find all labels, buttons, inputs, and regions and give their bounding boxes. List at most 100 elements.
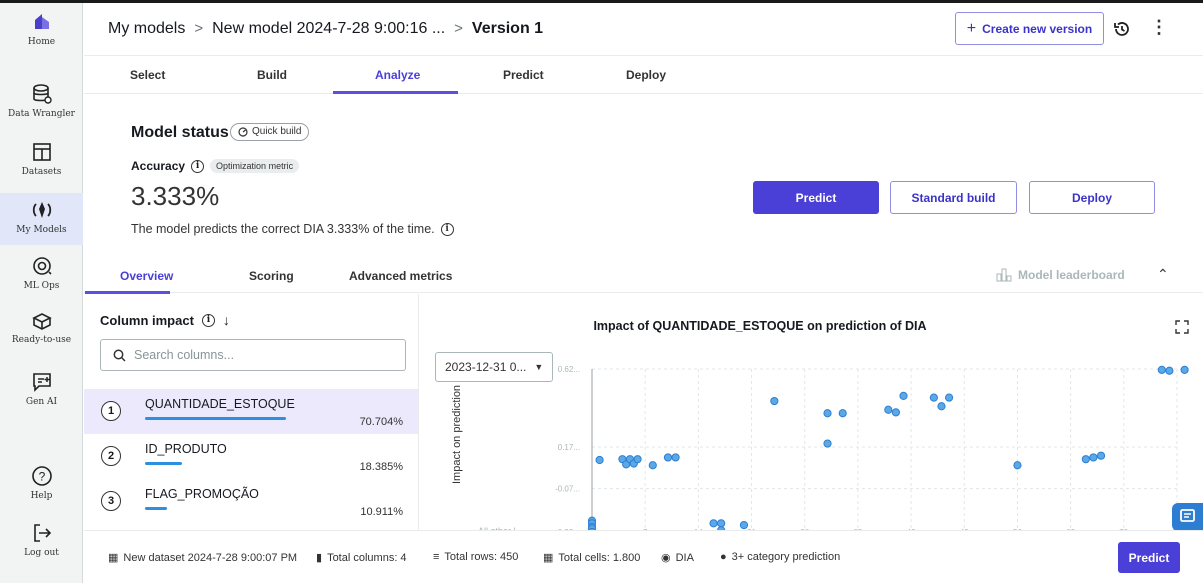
impact-bar	[145, 417, 287, 420]
gen-ai-icon	[32, 373, 51, 392]
plus-icon: +	[966, 19, 977, 37]
nav-ready-to-use[interactable]: Ready-to-use	[0, 309, 83, 359]
nav-ml-ops-label: ML Ops	[23, 281, 60, 291]
breadcrumb-model[interactable]: New model 2024-7-28 9:00:16 ...	[212, 20, 445, 37]
model-tabs: Select Build Analyze Predict Deploy	[84, 56, 1203, 94]
tab-deploy[interactable]: Deploy	[626, 68, 666, 82]
nav-ml-ops[interactable]: ML Ops	[0, 255, 83, 305]
search-columns-field[interactable]	[100, 339, 406, 371]
nav-help[interactable]: ? Help	[0, 465, 83, 515]
column-name: ID_PRODUTO	[145, 442, 227, 456]
nav-my-models[interactable]: My Models	[0, 193, 83, 245]
deploy-button[interactable]: Deploy	[1029, 181, 1155, 214]
tab-select[interactable]: Select	[130, 68, 165, 82]
collapse-icon[interactable]: ⌃	[1157, 266, 1169, 283]
sort-arrow-icon[interactable]: ↓	[223, 312, 230, 328]
accuracy-value: 3.333%	[131, 181, 220, 211]
target-column: DIA	[675, 551, 694, 564]
quick-build-label: Quick build	[252, 126, 302, 137]
column-impact-row[interactable]: 3 FLAG_PROMOÇÃO 10.911%	[84, 479, 418, 524]
scatter-point	[929, 393, 938, 402]
predict-button[interactable]: Predict	[753, 181, 879, 214]
scatter-point	[633, 455, 642, 464]
accuracy-label: Accuracy	[131, 159, 186, 173]
nav-ready-to-use-label: Ready-to-use	[11, 335, 72, 345]
column-impact-row[interactable]: 1 QUANTIDADE_ESTOQUE 70.704%	[84, 389, 418, 434]
tab-predict[interactable]: Predict	[503, 68, 544, 82]
accuracy-description-row: The model predicts the correct DIA 3.333…	[131, 222, 454, 236]
impact-bar	[145, 507, 167, 510]
nav-help-label: Help	[30, 491, 53, 501]
nav-log-out[interactable]: Log out	[0, 522, 83, 572]
scatter-plot: 07142128354249566370770.62...0.17...-0.0…	[451, 365, 1189, 530]
leaderboard-icon	[996, 268, 1012, 282]
active-tab-indicator	[333, 91, 458, 94]
chat-assistant-icon[interactable]	[1172, 503, 1203, 531]
nav-datasets[interactable]: Datasets	[0, 141, 83, 191]
scatter-point	[1089, 453, 1098, 462]
nav-log-out-label: Log out	[24, 548, 59, 558]
info-icon[interactable]: i	[191, 159, 205, 173]
accuracy-label-row: Accuracy i Optimization metric	[131, 159, 300, 173]
total-columns: Total columns: 4	[327, 551, 407, 564]
column-impact-row[interactable]: 2 ID_PRODUTO 18.385%	[84, 434, 418, 479]
impact-chart-panel: Impact of QUANTIDADE_ESTOQUE on predicti…	[420, 294, 1203, 530]
rows-icon: ≡	[433, 551, 440, 563]
info-icon[interactable]: i	[440, 222, 454, 236]
footer-prediction-type: ● 3+ category prediction	[720, 551, 840, 563]
model-leaderboard-link[interactable]: Model leaderboard	[996, 268, 1125, 282]
y-tick-label: 0.62...	[558, 365, 580, 374]
svg-text:?: ?	[38, 470, 45, 484]
scatter-point	[717, 519, 726, 528]
scatter-point	[671, 453, 680, 462]
column-name: FLAG_PROMOÇÃO	[145, 487, 259, 501]
y-axis-label: Impact on prediction	[451, 385, 463, 484]
subtab-overview[interactable]: Overview	[120, 269, 173, 283]
tab-analyze[interactable]: Analyze	[375, 68, 420, 82]
column-impact-panel: Column impact i ↓ 1 QUANTIDADE_ESTOQUE 70.…	[84, 294, 419, 530]
rank-badge: 2	[101, 446, 121, 466]
column-impact-header: Column impact i ↓	[100, 312, 230, 328]
analysis-subtabs: Overview Scoring Advanced metrics Model …	[84, 260, 1203, 294]
nav-home[interactable]: Home	[0, 11, 83, 61]
search-columns-input[interactable]	[134, 348, 374, 362]
gauge-icon	[238, 127, 248, 137]
breadcrumb-my-models[interactable]: My models	[108, 20, 185, 37]
scatter-point	[937, 402, 946, 411]
subtab-advanced-metrics[interactable]: Advanced metrics	[349, 269, 452, 283]
scatter-point	[899, 391, 908, 400]
breadcrumb-separator: >	[454, 20, 463, 37]
bulb-icon: ●	[720, 551, 727, 563]
breadcrumb: My models > New model 2024-7-28 9:00:16 ..…	[108, 20, 543, 38]
breadcrumb-version: Version 1	[471, 20, 544, 37]
footer-total-rows: ≡ Total rows: 450	[433, 551, 518, 563]
scatter-point	[838, 409, 847, 418]
impact-percent: 70.704%	[359, 416, 403, 428]
version-history-icon[interactable]	[1112, 19, 1132, 39]
scatter-point	[663, 453, 673, 462]
footer-predict-button[interactable]: Predict	[1118, 542, 1180, 573]
scatter-point	[891, 408, 900, 417]
tab-build[interactable]: Build	[257, 68, 287, 82]
impact-percent: 10.911%	[360, 506, 403, 518]
scatter-point	[648, 461, 657, 470]
info-icon[interactable]: i	[201, 313, 215, 327]
create-new-version-label: Create new version	[982, 21, 1093, 36]
more-options-icon[interactable]: ⋮	[1149, 18, 1169, 39]
standard-build-button[interactable]: Standard build	[890, 181, 1017, 214]
scatter-point	[1013, 461, 1022, 470]
column-impact-title: Column impact	[100, 312, 194, 328]
dataset-summary-footer: ▦ New dataset 2024-7-28 9:00:07 PM ▮ Tot…	[84, 530, 1203, 583]
create-new-version-button[interactable]: + Create new version	[955, 12, 1104, 45]
nav-data-wrangler[interactable]: Data Wrangler	[0, 83, 83, 133]
nav-gen-ai[interactable]: Gen AI	[0, 371, 83, 421]
scatter-point	[944, 393, 954, 402]
footer-total-cells: ▦ Total cells: 1.800	[543, 551, 640, 565]
model-status-title: Model status	[131, 124, 229, 141]
footer-target: ◉ DIA	[661, 551, 694, 565]
total-rows: Total rows: 450	[444, 551, 519, 563]
subtab-scoring[interactable]: Scoring	[249, 269, 294, 283]
scatter-point	[823, 409, 832, 418]
scatter-point	[1165, 366, 1174, 375]
scatter-point	[823, 439, 832, 448]
